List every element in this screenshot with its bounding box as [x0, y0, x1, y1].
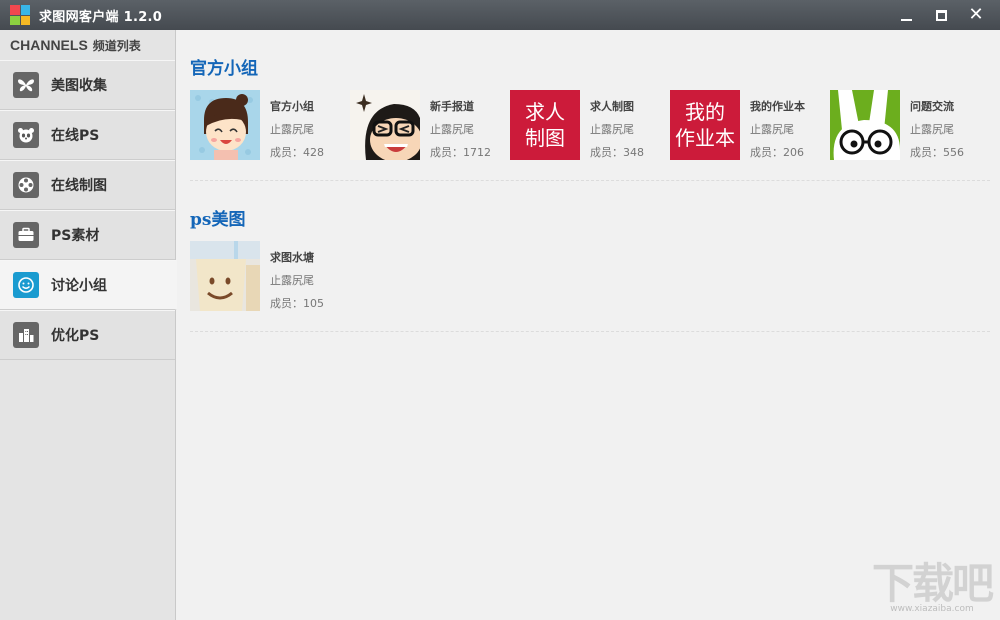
thumb-text: 我的 作业本 — [670, 90, 740, 160]
section-title-official[interactable]: 官方小组 — [190, 54, 1000, 79]
group-thumbnail[interactable] — [830, 90, 900, 160]
watermark-logo: 下载吧 www.xiazaiba.com — [871, 559, 994, 615]
close-button[interactable]: ✕ — [966, 5, 986, 25]
buildings-icon — [13, 322, 39, 348]
app-logo-icon — [10, 5, 30, 25]
group-info: 求图水塘 止露尻尾 成员：105 — [270, 241, 324, 311]
sidebar-item-ps-material[interactable]: PS素材 — [0, 210, 175, 260]
thumb-text-line: 求人 — [525, 100, 565, 124]
briefcase-icon — [13, 222, 39, 248]
group-thumbnail[interactable]: 我的 作业本 — [670, 90, 740, 160]
sidebar-item-discussion[interactable]: 讨论小组 — [0, 260, 177, 310]
group-name[interactable]: 新手报道 — [430, 95, 491, 118]
group-info: 求人制图 止露尻尾 成员：348 — [590, 90, 644, 160]
window-title: 求图网客户端 1.2.0 — [39, 9, 163, 25]
sidebar-item-label: 在线制图 — [51, 178, 107, 194]
sidebar-header: CHANNELS 频道列表 — [0, 30, 175, 60]
group-name[interactable]: 官方小组 — [270, 95, 324, 118]
group-thumbnail[interactable] — [190, 90, 260, 160]
group-info: 新手报道 止露尻尾 成员：1712 — [430, 90, 491, 160]
sidebar-item-optimize-ps[interactable]: 优化PS — [0, 310, 175, 360]
main-content: 官方小组 官方小组 止露尻尾 成员：428 新手报道 止露尻尾 成员：1712 … — [177, 30, 1000, 620]
group-name[interactable]: 问题交流 — [910, 95, 964, 118]
group-name[interactable]: 求图水塘 — [270, 246, 324, 269]
group-card[interactable]: 求图水塘 止露尻尾 成员：105 — [190, 241, 350, 311]
close-icon: ✕ — [968, 4, 984, 25]
group-card[interactable]: 官方小组 止露尻尾 成员：428 — [190, 90, 350, 160]
group-name[interactable]: 我的作业本 — [750, 95, 805, 118]
group-card[interactable]: 求人 制图 求人制图 止露尻尾 成员：348 — [510, 90, 670, 160]
sidebar-item-online-ps[interactable]: 在线PS — [0, 110, 175, 160]
section-title-ps-meitu[interactable]: ps美图 — [190, 205, 1000, 230]
sidebar-item-online-design[interactable]: 在线制图 — [0, 160, 175, 210]
sidebar-item-label: 优化PS — [51, 328, 100, 344]
group-members: 成员：105 — [270, 297, 324, 310]
group-thumbnail[interactable] — [350, 90, 420, 160]
window-controls: ✕ — [896, 0, 986, 30]
sidebar-item-label: 美图收集 — [51, 78, 107, 94]
thumb-text-line: 我的 — [685, 100, 725, 124]
thumb-text: 求人 制图 — [510, 90, 580, 160]
group-owner: 止露尻尾 — [430, 123, 474, 136]
thumb-text-line: 制图 — [525, 126, 565, 150]
sidebar-item-label: PS素材 — [51, 228, 100, 244]
group-list-ps-meitu: 求图水塘 止露尻尾 成员：105 — [190, 241, 1000, 311]
butterfly-icon — [13, 72, 39, 98]
group-thumbnail[interactable]: 求人 制图 — [510, 90, 580, 160]
group-members: 成员：556 — [910, 146, 964, 159]
channels-cn-label: 频道列表 — [92, 38, 141, 53]
group-owner: 止露尻尾 — [270, 274, 314, 287]
sidebar-item-label: 在线PS — [51, 128, 100, 144]
title-bar: 求图网客户端 1.2.0 ✕ — [0, 0, 1000, 30]
watermark-text: 下载吧 — [871, 559, 994, 608]
sidebar-item-label: 讨论小组 — [51, 278, 107, 294]
panda-icon — [13, 122, 39, 148]
group-list-official: 官方小组 止露尻尾 成员：428 新手报道 止露尻尾 成员：1712 求人 制图… — [190, 90, 1000, 160]
group-owner: 止露尻尾 — [750, 123, 794, 136]
channels-label: CHANNELS — [10, 37, 88, 53]
group-members: 成员：348 — [590, 146, 644, 159]
section-divider — [190, 331, 990, 332]
minimize-icon — [900, 18, 912, 21]
group-card[interactable]: 新手报道 止露尻尾 成员：1712 — [350, 90, 510, 160]
maximize-icon — [935, 9, 947, 21]
group-info: 我的作业本 止露尻尾 成员：206 — [750, 90, 805, 160]
group-owner: 止露尻尾 — [590, 123, 634, 136]
group-members: 成员：428 — [270, 146, 324, 159]
sidebar: CHANNELS 频道列表 美图收集 在线PS 在线制图 PS素材 讨论小组 优… — [0, 30, 177, 620]
group-members: 成员：1712 — [430, 146, 491, 159]
group-info: 问题交流 止露尻尾 成员：556 — [910, 90, 964, 160]
film-reel-icon — [13, 172, 39, 198]
section-divider — [190, 180, 990, 181]
group-owner: 止露尻尾 — [270, 123, 314, 136]
maximize-button[interactable] — [931, 5, 951, 25]
group-info: 官方小组 止露尻尾 成员：428 — [270, 90, 324, 160]
minimize-button[interactable] — [896, 5, 916, 25]
group-members: 成员：206 — [750, 146, 804, 159]
group-card[interactable]: 我的 作业本 我的作业本 止露尻尾 成员：206 — [670, 90, 830, 160]
smiley-icon — [13, 272, 39, 298]
group-thumbnail[interactable] — [190, 241, 260, 311]
group-owner: 止露尻尾 — [910, 123, 954, 136]
sidebar-item-meitu[interactable]: 美图收集 — [0, 60, 175, 110]
group-card[interactable]: 问题交流 止露尻尾 成员：556 — [830, 90, 990, 160]
thumb-text-line: 作业本 — [675, 126, 735, 150]
group-name[interactable]: 求人制图 — [590, 95, 644, 118]
